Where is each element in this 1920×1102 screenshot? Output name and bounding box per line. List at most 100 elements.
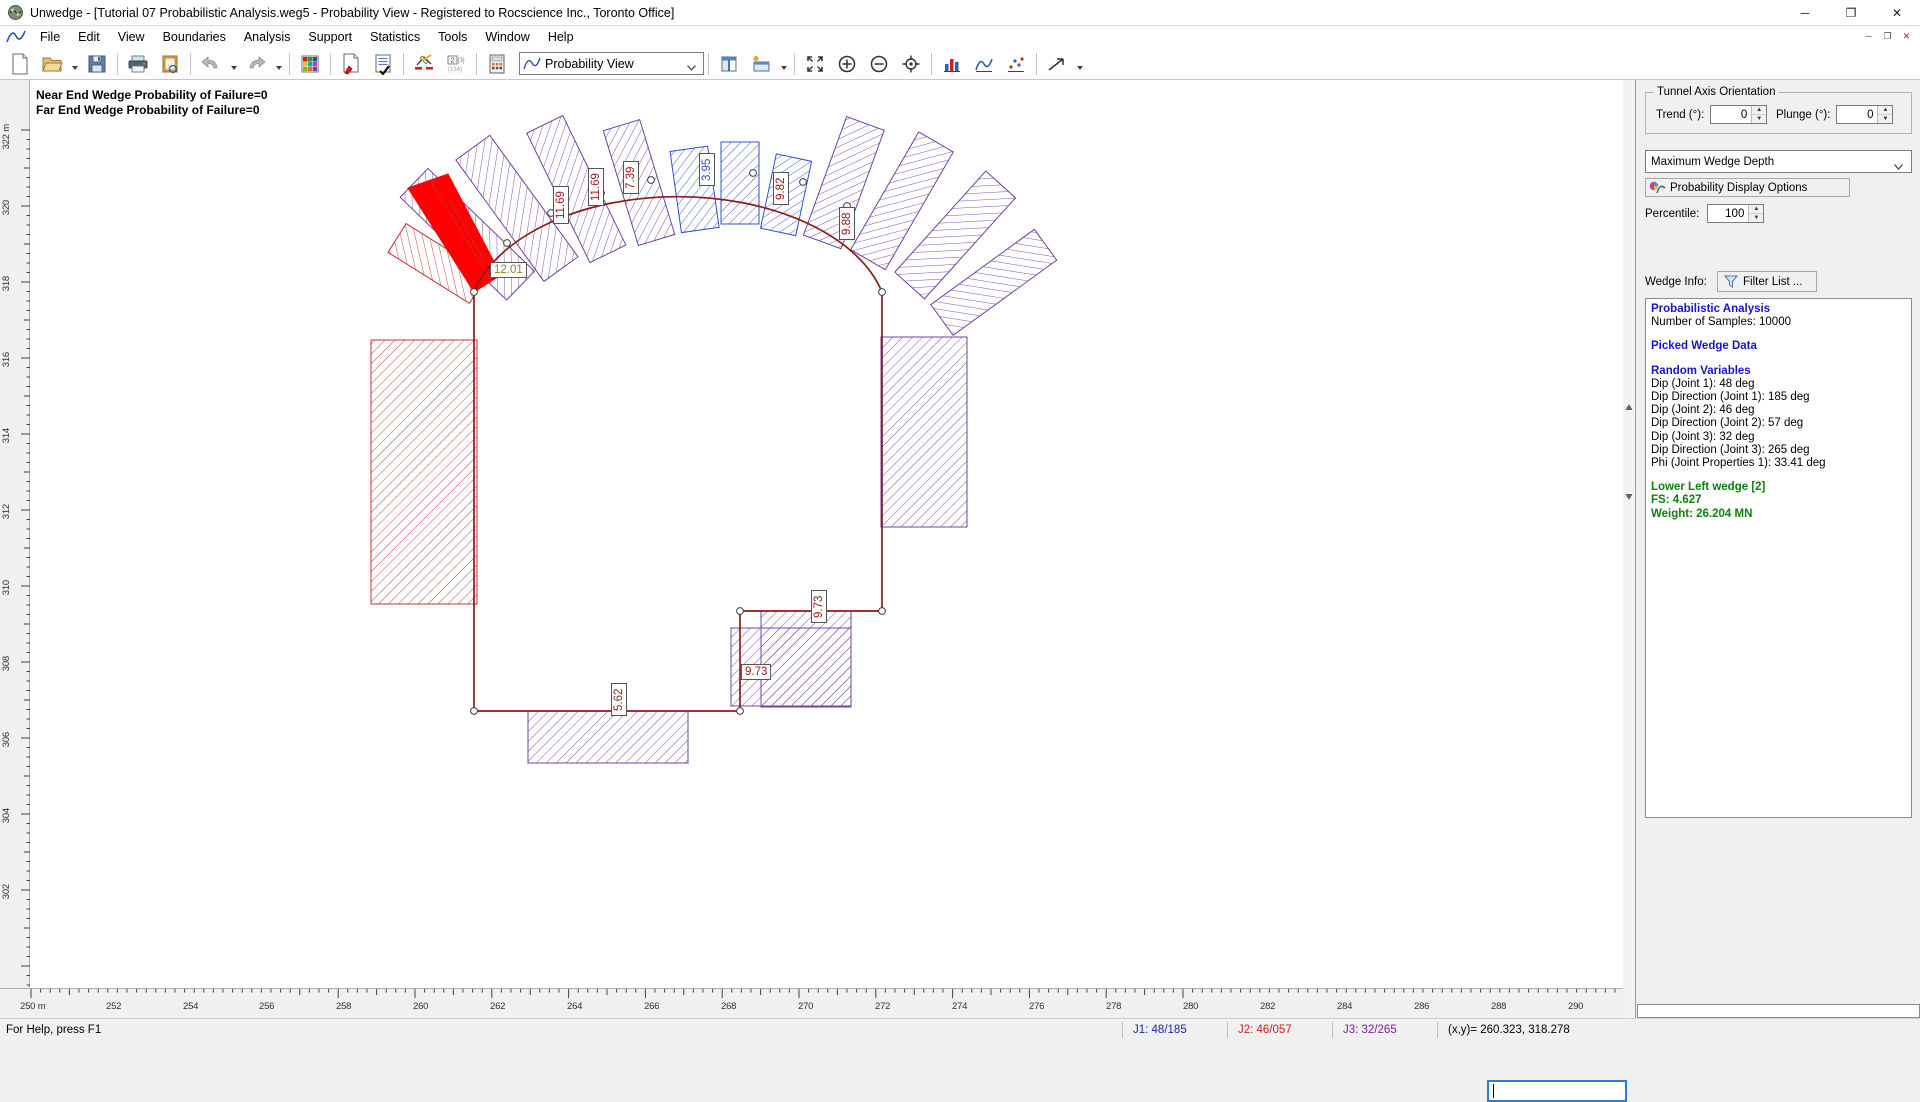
filter-list-button[interactable]: Filter List ...: [1717, 271, 1817, 292]
wedge-depth-label[interactable]: 9.88: [839, 207, 855, 240]
zoom-in-icon[interactable]: [831, 49, 863, 79]
wedge-info-line: Random Variables: [1651, 364, 1751, 377]
menu-item-support[interactable]: Support: [299, 28, 361, 46]
document-scroll-strip[interactable]: [1623, 80, 1635, 1018]
split-panel-icon[interactable]: [713, 49, 745, 79]
coordinate-entry-input[interactable]: [1487, 1080, 1627, 1102]
wedge-depth-label[interactable]: 3.95: [699, 153, 715, 186]
main-toolbar: 2 {3} {134} Probability View: [0, 48, 1920, 80]
redo-dropdown-arrow-icon[interactable]: [272, 49, 285, 79]
horizontal-ruler: 250 m 252 254 256 258 260 262 264 266 26…: [0, 988, 1624, 1018]
wedge-info-line: Number of Samples: 10000: [1651, 316, 1791, 329]
wedge-depth-label[interactable]: 9.82: [773, 172, 789, 205]
scroll-up-arrow-icon[interactable]: [1625, 400, 1633, 410]
zoom-out-icon[interactable]: [863, 49, 895, 79]
wedge-info-line: Picked Wedge Data: [1651, 340, 1757, 353]
menu-item-help[interactable]: Help: [539, 28, 583, 46]
trend-spinner-up-icon[interactable]: ▲: [1752, 106, 1767, 115]
scroll-down-arrow-icon[interactable]: [1625, 490, 1633, 500]
zoom-all-icon[interactable]: [799, 49, 831, 79]
checklist-icon[interactable]: [367, 49, 399, 79]
wedge-info-spacer: [1651, 354, 1906, 365]
wedge-info-text-box[interactable]: Probabilistic Analysis Number of Samples…: [1645, 298, 1912, 818]
add-panel-icon[interactable]: [745, 49, 777, 79]
trend-spinner-buttons[interactable]: ▲ ▼: [1751, 106, 1767, 123]
menu-item-analysis[interactable]: Analysis: [235, 28, 300, 46]
wedge-depth-label[interactable]: 12.01: [490, 262, 527, 278]
trend-spinner[interactable]: 0 ▲ ▼: [1710, 105, 1768, 124]
arrow-tool-icon[interactable]: [1041, 49, 1073, 79]
percentile-spinner-up-icon[interactable]: ▲: [1749, 205, 1764, 214]
number-list-icon[interactable]: 2 {3} {134}: [440, 49, 472, 79]
undo-dropdown-arrow-icon[interactable]: [227, 49, 240, 79]
plunge-spinner[interactable]: 0 ▲ ▼: [1836, 105, 1894, 124]
plunge-spinner-down-icon[interactable]: ▼: [1878, 115, 1892, 123]
redo-arrow-icon[interactable]: [240, 49, 272, 79]
percentile-value[interactable]: 100: [1708, 205, 1749, 222]
wedge-depth-label[interactable]: 9.73: [811, 590, 827, 623]
print-preview-icon[interactable]: [154, 49, 186, 79]
plunge-value[interactable]: 0: [1837, 106, 1878, 123]
mdi-minimize-button[interactable]: ─: [1859, 27, 1878, 45]
percentile-spinner-down-icon[interactable]: ▼: [1749, 214, 1763, 222]
probability-of-failure-annotation: Near End Wedge Probability of Failure=0 …: [36, 88, 268, 118]
menu-item-boundaries[interactable]: Boundaries: [154, 28, 235, 46]
wedge-info-line: Dip (Joint 2): 46 deg: [1651, 404, 1755, 417]
plunge-spinner-buttons[interactable]: ▲ ▼: [1877, 106, 1893, 123]
probability-display-options-button[interactable]: Probability Display Options: [1645, 178, 1850, 197]
wedge-info-line: Probabilistic Analysis: [1651, 303, 1771, 315]
printer-icon[interactable]: [122, 49, 154, 79]
color-grid-icon[interactable]: [294, 49, 326, 79]
new-document-icon[interactable]: [4, 49, 36, 79]
wedge-depth-label[interactable]: 7.39: [623, 161, 639, 194]
plunge-spinner-up-icon[interactable]: ▲: [1878, 106, 1893, 115]
line-chart-icon[interactable]: [968, 49, 1000, 79]
svg-text:{134}: {134}: [448, 67, 462, 73]
vertical-ruler: 322 m 320 318 316 314 312 310 308 306 30…: [0, 80, 30, 988]
close-button[interactable]: ✕: [1874, 0, 1920, 26]
mdi-restore-button[interactable]: ❐: [1878, 27, 1897, 45]
funnel-icon: [1723, 274, 1739, 289]
menu-item-file[interactable]: File: [31, 28, 69, 46]
wedge-depth-selector-combo[interactable]: Maximum Wedge Depth: [1645, 150, 1912, 173]
percentile-spinner[interactable]: 100 ▲ ▼: [1707, 204, 1765, 223]
maximize-button[interactable]: ❐: [1828, 0, 1874, 26]
status-joint1: J1: 48/185: [1122, 1022, 1227, 1038]
wedge-info-line: Phi (Joint Properties 1): 33.41 deg: [1651, 457, 1826, 470]
view-selector-combo[interactable]: Probability View: [519, 52, 704, 75]
menu-item-view[interactable]: View: [109, 28, 154, 46]
undo-arrow-icon[interactable]: [195, 49, 227, 79]
wedge-depth-label[interactable]: 5.62: [611, 683, 627, 716]
wedge-depth-label[interactable]: 9.73: [741, 664, 772, 680]
open-folder-icon[interactable]: [36, 49, 68, 79]
open-dropdown-arrow-icon[interactable]: [68, 49, 81, 79]
menu-item-tools[interactable]: Tools: [429, 28, 476, 46]
bar-chart-icon[interactable]: [936, 49, 968, 79]
pan-hand-icon[interactable]: [895, 49, 927, 79]
save-disk-icon[interactable]: [81, 49, 113, 79]
ruler-v-ticks: [21, 129, 30, 986]
status-joint2: J2: 46/057: [1227, 1022, 1332, 1038]
menu-item-edit[interactable]: Edit: [69, 28, 109, 46]
minimize-button[interactable]: ─: [1782, 0, 1828, 26]
menu-item-window[interactable]: Window: [476, 28, 538, 46]
trend-value[interactable]: 0: [1711, 106, 1752, 123]
joint-hammer-icon[interactable]: [408, 49, 440, 79]
menu-logo-icon: [5, 27, 27, 47]
menu-item-statistics[interactable]: Statistics: [361, 28, 429, 46]
page-pencil-icon[interactable]: [335, 49, 367, 79]
wedge-depth-label[interactable]: 11.69: [553, 186, 569, 224]
add-panel-dropdown-arrow-icon[interactable]: [777, 49, 790, 79]
sidewall-wedges-group: [370, 336, 968, 605]
mdi-close-button[interactable]: ✕: [1897, 27, 1916, 45]
tunnel-drawing-canvas[interactable]: Near End Wedge Probability of Failure=0 …: [31, 80, 1624, 988]
trend-spinner-down-icon[interactable]: ▼: [1752, 115, 1766, 123]
scatter-chart-icon[interactable]: [1000, 49, 1032, 79]
probability-display-options-label: Probability Display Options: [1670, 181, 1808, 194]
calculator-icon[interactable]: [481, 49, 513, 79]
floor-wedges-group: [527, 610, 852, 764]
wedge-depth-label[interactable]: 11.69: [588, 168, 604, 206]
percentile-spinner-buttons[interactable]: ▲ ▼: [1748, 205, 1764, 222]
status-coordinates: (x,y)= 260.323, 318.278: [1437, 1022, 1637, 1038]
arrow-tool-dropdown-arrow-icon[interactable]: [1073, 49, 1086, 79]
